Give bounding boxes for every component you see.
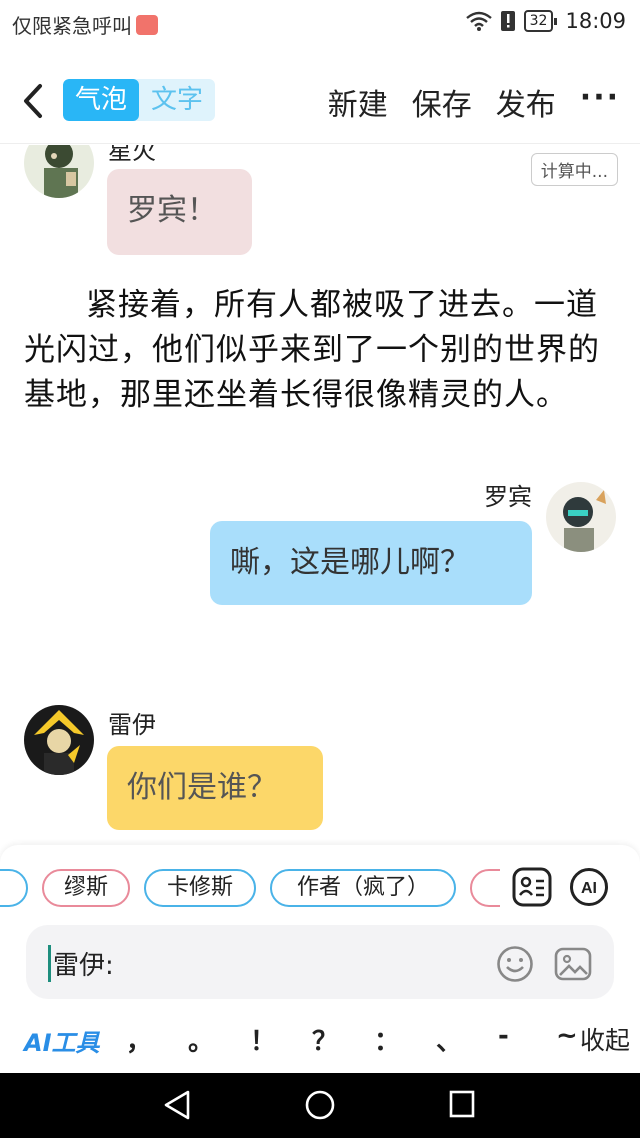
collapse-button[interactable]: 收起 xyxy=(580,1021,630,1057)
message-input[interactable]: 雷伊: xyxy=(26,925,614,999)
calculating-badge: 计算中... xyxy=(530,153,618,186)
status-time: 18:09 xyxy=(565,9,626,33)
status-bar: 仅限紧急呼叫 32 18:09 xyxy=(0,0,640,46)
sender-name: 雷伊 xyxy=(108,711,156,739)
chip-partial-left[interactable] xyxy=(0,869,28,907)
new-button[interactable]: 新建 xyxy=(328,80,388,124)
punct-key[interactable]: - xyxy=(498,1021,509,1051)
avatar-robin[interactable] xyxy=(546,482,616,552)
punct-key[interactable]: ： xyxy=(374,1021,400,1058)
character-chips: 缪斯 卡修斯 作者（疯了） xyxy=(0,869,500,909)
chip-character[interactable]: 作者（疯了） xyxy=(270,869,456,907)
save-button[interactable]: 保存 xyxy=(412,80,472,124)
emoji-icon[interactable] xyxy=(496,945,534,983)
chat-content: 计算中... 星火 罗宾！ 紧接着，所有人都被吸了进去。一道光闪过，他们似乎来到… xyxy=(0,145,640,845)
message-bubble[interactable]: 罗宾！ xyxy=(107,169,252,255)
punct-key[interactable]: ~ xyxy=(556,1021,578,1051)
back-arrow-icon[interactable] xyxy=(18,82,52,120)
nav-home-icon[interactable] xyxy=(304,1089,336,1121)
message-input-value[interactable]: 雷伊: xyxy=(48,945,114,982)
app-notification-icon xyxy=(136,14,158,35)
svg-text:AI: AI xyxy=(581,880,597,897)
editor-header: 气泡 文字 新建 保存 发布 ··· xyxy=(0,58,640,144)
punct-key[interactable]: ？ xyxy=(312,1021,338,1058)
punct-key[interactable]: ！ xyxy=(250,1021,276,1058)
status-right: 32 18:09 xyxy=(465,9,626,33)
punctuation-toolbar: AI工具 ， 。 ！ ？ ： 、 - ~ 收起 xyxy=(0,1015,640,1063)
toggle-bubble[interactable]: 气泡 xyxy=(63,79,139,121)
message-bubble[interactable]: 你们是谁？ xyxy=(107,746,323,830)
chip-character[interactable]: 卡修斯 xyxy=(144,869,256,907)
punct-key[interactable]: 。 xyxy=(188,1021,214,1058)
chip-partial-right[interactable] xyxy=(470,869,500,907)
image-icon[interactable] xyxy=(554,945,592,983)
more-menu-button[interactable]: ··· xyxy=(580,80,620,124)
carrier-text: 仅限紧急呼叫 xyxy=(12,14,132,38)
toggle-text[interactable]: 文字 xyxy=(139,79,215,121)
input-panel: 缪斯 卡修斯 作者（疯了） AI 雷伊: AI工具 ， 。 ！ ？ ： 、 - … xyxy=(0,845,640,1073)
nav-recents-icon[interactable] xyxy=(448,1089,476,1119)
message-bubble[interactable]: 嘶，这是哪儿啊？ xyxy=(210,521,532,605)
battery-icon: 32 xyxy=(523,10,558,32)
publish-button[interactable]: 发布 xyxy=(496,80,556,124)
character-card-icon[interactable] xyxy=(512,867,552,907)
ai-icon[interactable]: AI xyxy=(569,867,609,907)
ai-tools-button[interactable]: AI工具 xyxy=(24,1023,100,1058)
punct-key[interactable]: ， xyxy=(126,1021,152,1058)
header-actions: 新建 保存 发布 ··· xyxy=(328,80,620,124)
avatar-leiyi[interactable] xyxy=(24,705,94,775)
avatar-xinghuo[interactable] xyxy=(24,145,94,198)
wifi-icon xyxy=(465,11,492,31)
nav-back-icon[interactable] xyxy=(162,1089,192,1121)
narration-text[interactable]: 紧接着，所有人都被吸了进去。一道光闪过，他们似乎来到了一个别的世界的基地，那里还… xyxy=(24,283,614,418)
system-nav-bar xyxy=(0,1073,640,1138)
sender-name: 星火 xyxy=(108,145,156,165)
punct-key[interactable]: 、 xyxy=(436,1021,462,1058)
status-left: 仅限紧急呼叫 xyxy=(12,10,158,39)
chip-character[interactable]: 缪斯 xyxy=(42,869,130,907)
mode-toggle: 气泡 文字 xyxy=(63,79,215,121)
alert-icon xyxy=(500,11,515,31)
sender-name: 罗宾 xyxy=(484,483,532,511)
